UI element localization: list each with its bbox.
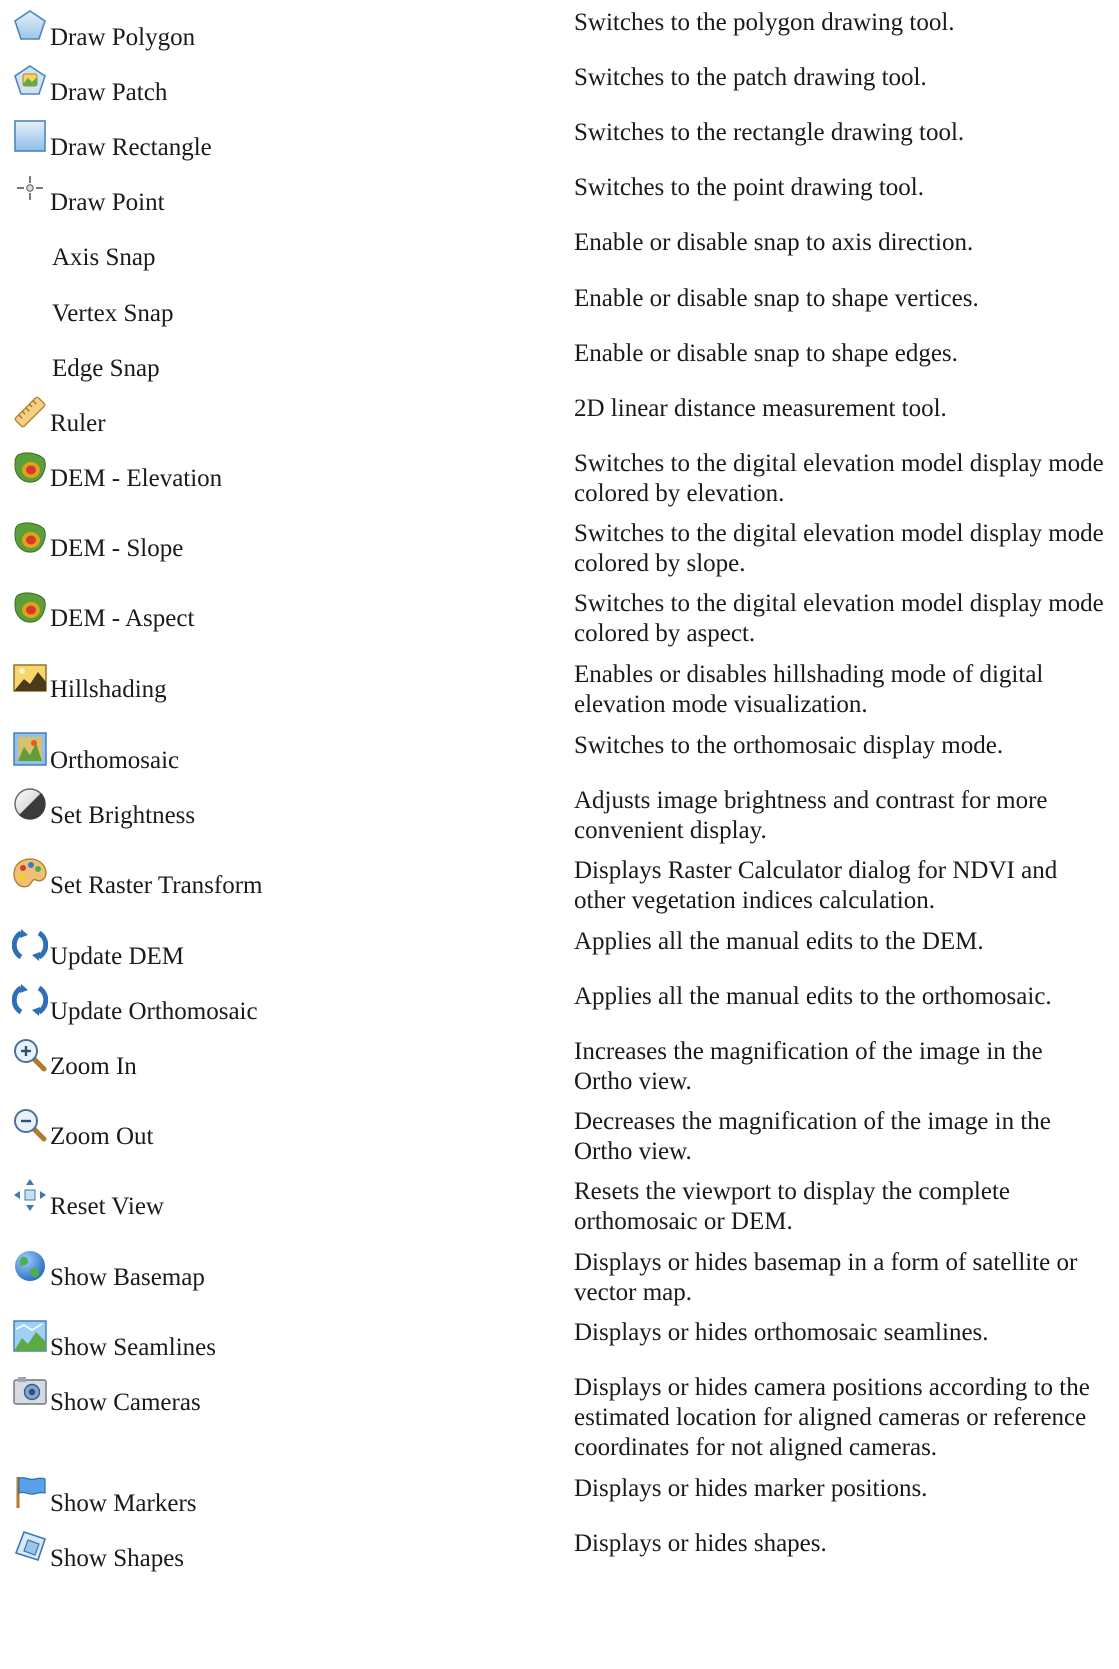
command-label: Vertex Snap bbox=[52, 300, 174, 327]
command-cell: Update Orthomosaic bbox=[11, 982, 552, 1027]
brightness-icon bbox=[12, 786, 48, 822]
command-cell: Orthomosaic bbox=[12, 731, 552, 776]
command-description: Enable or disable snap to shape vertices… bbox=[574, 285, 979, 312]
command-description: Switches to the patch drawing tool. bbox=[574, 64, 927, 91]
command-cell: DEM - Aspect bbox=[12, 589, 552, 634]
command-label: Draw Polygon bbox=[50, 24, 196, 51]
command-label: Ruler bbox=[50, 410, 106, 437]
zoom-out-icon bbox=[12, 1107, 48, 1143]
command-description: Displays or hides shapes. bbox=[574, 1530, 827, 1557]
command-label: Show Cameras bbox=[50, 1389, 201, 1416]
hillshading-icon bbox=[12, 660, 48, 696]
command-description: Displays or hides orthomosaic seamlines. bbox=[574, 1319, 989, 1346]
command-cell: Vertex Snap bbox=[12, 284, 552, 329]
command-description: Switches to the polygon drawing tool. bbox=[574, 9, 955, 36]
command-label: Update DEM bbox=[50, 943, 184, 970]
command-label: Edge Snap bbox=[52, 355, 160, 382]
polygon-icon bbox=[12, 8, 48, 44]
rectangle-icon bbox=[12, 118, 48, 154]
command-description: Applies all the manual edits to the DEM. bbox=[574, 928, 984, 955]
command-description: Decreases the magnification of the image… bbox=[574, 1108, 1051, 1165]
dem-icon bbox=[12, 449, 48, 485]
command-description: Displays or hides camera positions accor… bbox=[574, 1374, 1090, 1461]
command-cell: Ruler bbox=[12, 394, 552, 439]
command-description: Adjusts image brightness and contrast fo… bbox=[574, 787, 1048, 844]
orthomosaic-icon bbox=[12, 731, 48, 767]
command-cell: Draw Rectangle bbox=[12, 118, 552, 163]
command-cell: Edge Snap bbox=[12, 339, 552, 384]
command-description: Switches to the digital elevation model … bbox=[574, 590, 1104, 647]
command-description: 2D linear distance measurement tool. bbox=[574, 395, 947, 422]
command-cell: Zoom Out bbox=[12, 1107, 552, 1152]
patch-icon bbox=[12, 63, 48, 99]
command-cell: Draw Point bbox=[12, 173, 552, 218]
command-cell: Draw Polygon bbox=[12, 8, 552, 53]
command-cell: Set Brightness bbox=[12, 786, 552, 831]
command-description: Increases the magnification of the image… bbox=[574, 1038, 1043, 1095]
command-description: Resets the viewport to display the compl… bbox=[574, 1178, 1011, 1235]
command-cell: Draw Patch bbox=[12, 63, 552, 108]
command-description: Switches to the digital elevation model … bbox=[574, 520, 1104, 577]
command-cell: DEM - Slope bbox=[12, 519, 552, 564]
command-label: Axis Snap bbox=[52, 244, 156, 271]
command-label: Update Orthomosaic bbox=[50, 998, 258, 1025]
command-label: Orthomosaic bbox=[50, 747, 180, 774]
command-description: Enable or disable snap to shape edges. bbox=[574, 340, 958, 367]
point-icon bbox=[12, 173, 48, 209]
command-cell: Show Shapes bbox=[12, 1529, 552, 1574]
update-icon bbox=[11, 982, 49, 1018]
command-cell: Axis Snap bbox=[12, 228, 552, 273]
command-label: Draw Patch bbox=[50, 79, 168, 106]
command-label: Set Raster Transform bbox=[50, 872, 263, 899]
command-label: Zoom Out bbox=[50, 1123, 154, 1150]
dem-icon bbox=[12, 519, 48, 555]
command-label: Zoom In bbox=[50, 1053, 137, 1080]
command-label: Draw Rectangle bbox=[50, 134, 212, 161]
command-cell: Hillshading bbox=[12, 660, 552, 705]
command-label: Set Brightness bbox=[50, 802, 196, 829]
command-cell: Show Cameras bbox=[12, 1373, 552, 1418]
command-label: Draw Point bbox=[50, 189, 165, 216]
command-description: Switches to the rectangle drawing tool. bbox=[574, 119, 965, 146]
command-cell: Update DEM bbox=[11, 927, 552, 972]
command-label: DEM - Elevation bbox=[50, 465, 223, 492]
command-description: Displays or hides marker positions. bbox=[574, 1475, 928, 1502]
globe-icon bbox=[12, 1248, 48, 1284]
seamlines-icon bbox=[12, 1318, 48, 1354]
command-description: Displays or hides basemap in a form of s… bbox=[574, 1249, 1078, 1306]
command-cell: Set Raster Transform bbox=[12, 856, 552, 901]
command-label: Hillshading bbox=[50, 676, 167, 703]
update-icon bbox=[11, 927, 49, 963]
command-cell: Reset View bbox=[12, 1177, 552, 1222]
command-description: Enables or disables hillshading mode of … bbox=[574, 661, 1044, 718]
palette-icon bbox=[12, 856, 48, 892]
reset-view-icon bbox=[12, 1177, 48, 1213]
zoom-in-icon bbox=[12, 1037, 48, 1073]
command-cell: DEM - Elevation bbox=[12, 449, 552, 494]
command-label: Show Shapes bbox=[50, 1545, 185, 1572]
command-label: DEM - Slope bbox=[50, 535, 184, 562]
command-description: Switches to the point drawing tool. bbox=[574, 174, 924, 201]
command-cell: Zoom In bbox=[12, 1037, 552, 1082]
command-cell: Show Seamlines bbox=[12, 1318, 552, 1363]
ruler-icon bbox=[12, 394, 48, 430]
command-description: Switches to the digital elevation model … bbox=[574, 450, 1104, 507]
command-description: Displays Raster Calculator dialog for ND… bbox=[574, 857, 1058, 914]
command-label: Show Markers bbox=[50, 1490, 197, 1517]
flag-icon bbox=[12, 1474, 48, 1510]
command-label: Show Basemap bbox=[50, 1264, 205, 1291]
command-description: Applies all the manual edits to the orth… bbox=[574, 983, 1052, 1010]
command-description: Switches to the orthomosaic display mode… bbox=[574, 732, 1004, 759]
shapes-icon bbox=[12, 1529, 48, 1565]
command-description: Enable or disable snap to axis direction… bbox=[574, 229, 974, 256]
command-label: Reset View bbox=[50, 1193, 164, 1220]
command-label: Show Seamlines bbox=[50, 1334, 216, 1361]
command-cell: Show Basemap bbox=[12, 1248, 552, 1293]
command-label: DEM - Aspect bbox=[50, 605, 195, 632]
command-cell: Show Markers bbox=[12, 1474, 552, 1519]
camera-icon bbox=[12, 1373, 48, 1409]
dem-icon bbox=[12, 589, 48, 625]
command-reference-table: Draw Polygon Switches to the polygon draw… bbox=[0, 0, 1119, 1669]
